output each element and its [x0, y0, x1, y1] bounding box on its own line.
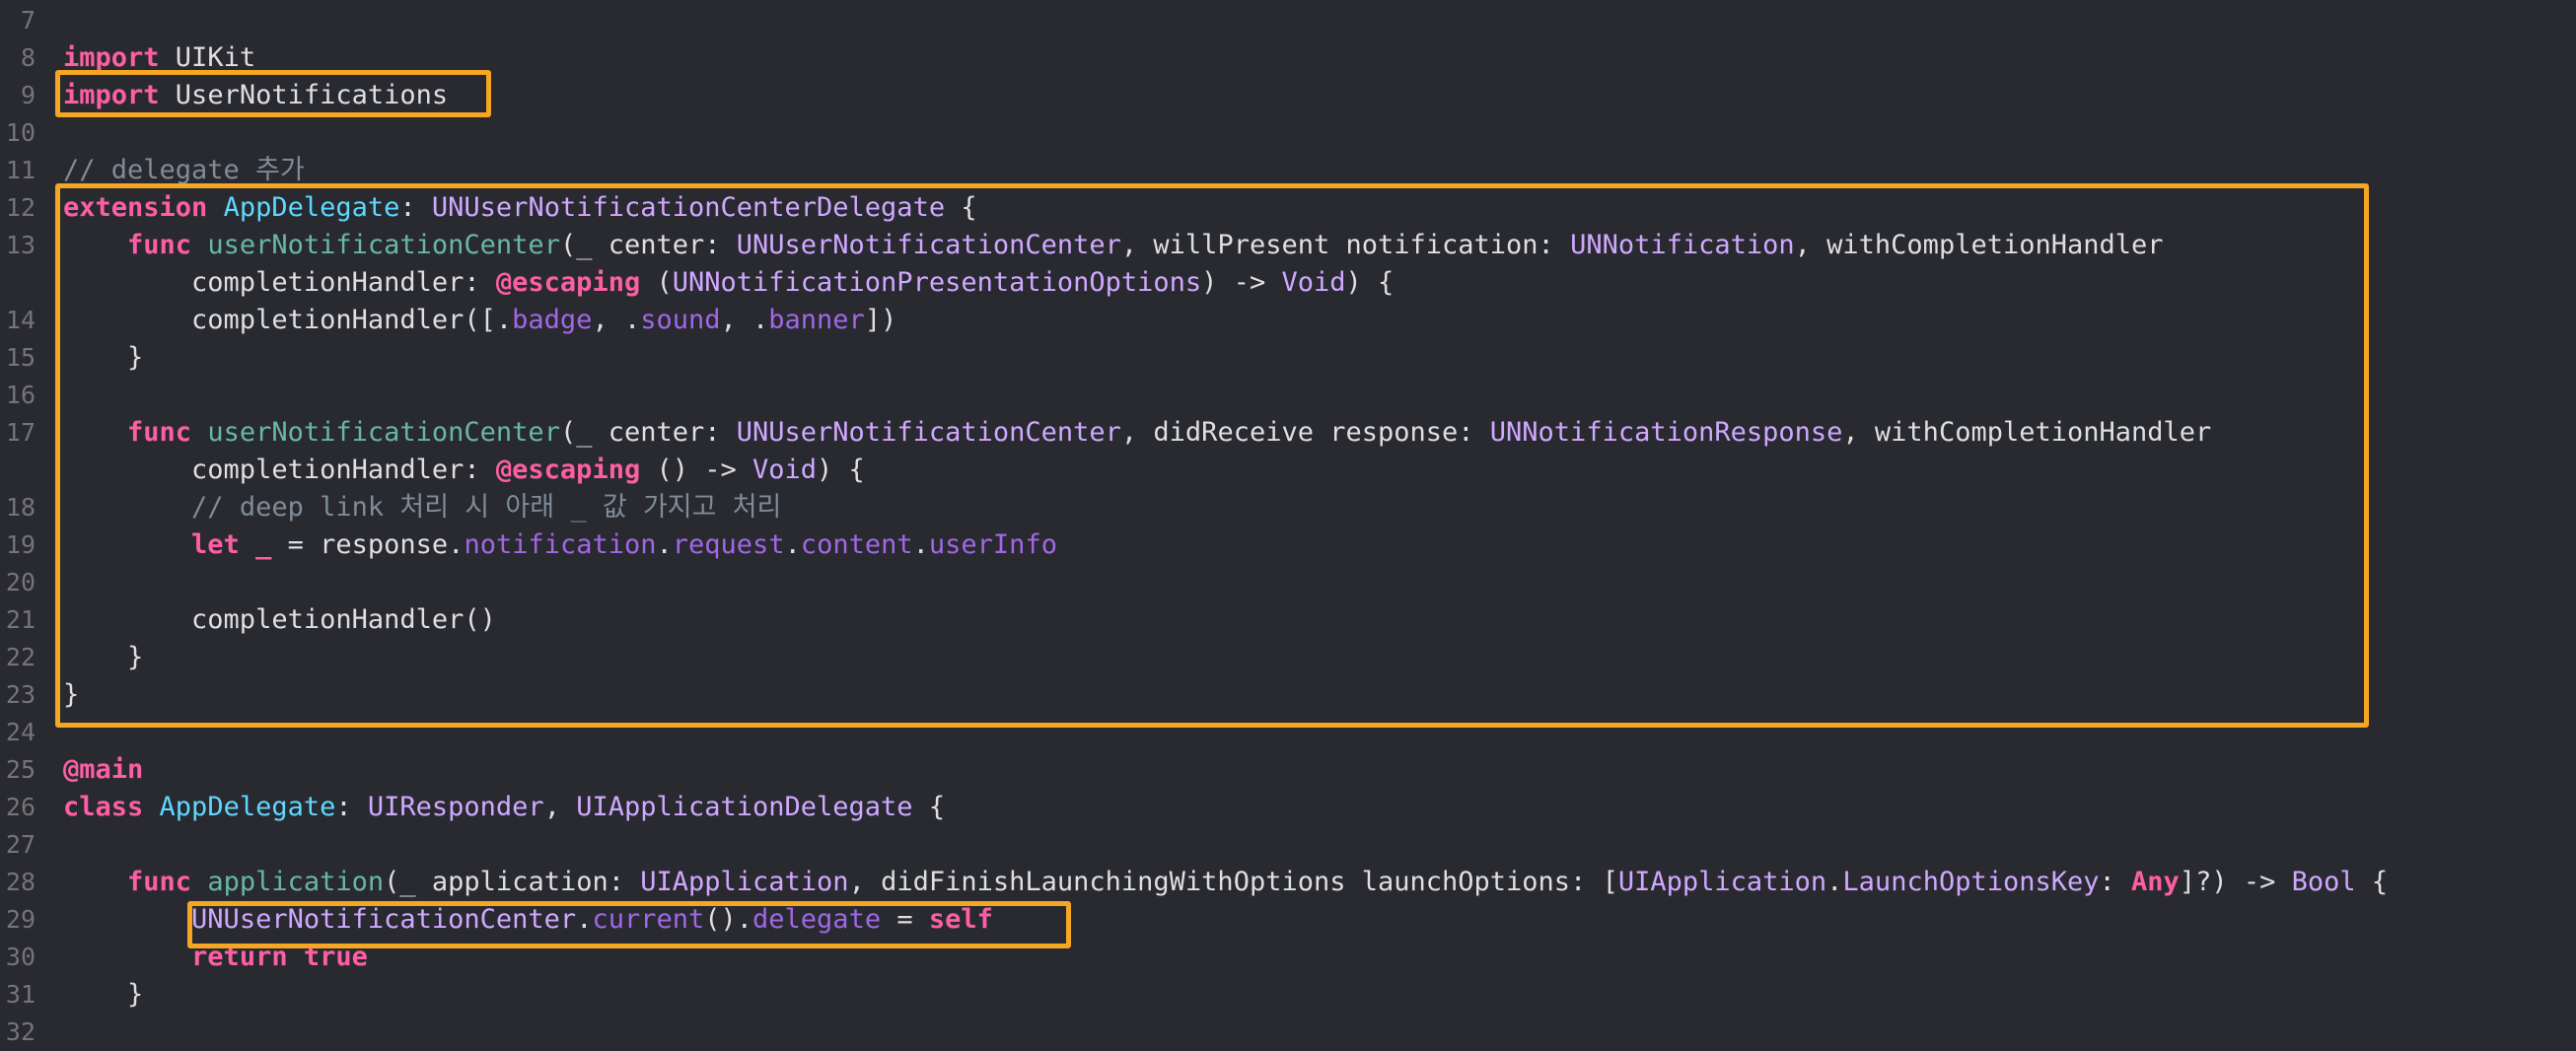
line-number: 19 — [5, 530, 36, 559]
code-token: LaunchOptionsKey — [1842, 867, 2100, 897]
line-number: 12 — [5, 193, 36, 222]
code-token: , didFinishLaunchingWithOptions launchOp… — [848, 867, 1618, 897]
code-token: UIApplication — [640, 867, 849, 897]
code-token: UIApplicationDelegate — [576, 792, 913, 822]
line-number: 22 — [5, 643, 36, 671]
line-number: 11 — [5, 156, 36, 184]
line-number: 9 — [20, 81, 36, 109]
code-token: . — [1826, 867, 1843, 897]
line-number: 20 — [5, 568, 36, 596]
code-token: func — [127, 867, 192, 897]
code-text: } — [63, 976, 143, 1014]
code-token: { — [912, 792, 946, 822]
code-token: { — [2355, 867, 2389, 897]
code-token: , — [543, 792, 577, 822]
highlight-box-import — [55, 70, 491, 117]
code-token: Any — [2131, 867, 2180, 897]
code-line[interactable]: 28 func application(_ application: UIApp… — [0, 864, 2576, 901]
line-number: 16 — [5, 381, 36, 409]
line-number: 10 — [5, 118, 36, 147]
code-token: (_ application: — [384, 867, 641, 897]
code-line[interactable]: 31 } — [0, 976, 2576, 1014]
code-token: ]?) -> — [2179, 867, 2292, 897]
line-number: 25 — [5, 755, 36, 784]
line-number: 27 — [5, 830, 36, 859]
code-token: import — [63, 42, 160, 73]
code-token: UIResponder — [367, 792, 544, 822]
line-number: 18 — [5, 493, 36, 522]
line-number: 24 — [5, 718, 36, 746]
code-line[interactable]: 7 — [0, 2, 2576, 39]
line-number: 15 — [5, 343, 36, 372]
line-number: 21 — [5, 605, 36, 634]
highlight-box-extension — [55, 183, 2369, 728]
code-line[interactable]: 32 — [0, 1014, 2576, 1051]
code-line[interactable]: 26 class AppDelegate: UIResponder, UIAppl… — [0, 789, 2576, 826]
line-number: 14 — [5, 306, 36, 334]
code-editor[interactable]: 7 8 import UIKit 9 import UserNotifications 1… — [0, 0, 2576, 1046]
line-number: 23 — [5, 680, 36, 709]
code-text: func application(_ application: UIApplic… — [63, 864, 2388, 901]
code-token: application — [207, 867, 385, 897]
code-line[interactable]: 27 — [0, 826, 2576, 864]
code-line[interactable]: 25 @main — [0, 751, 2576, 789]
line-number: 29 — [5, 905, 36, 934]
code-token: Bool — [2291, 867, 2356, 897]
code-text: class AppDelegate: UIResponder, UIApplic… — [63, 789, 945, 826]
line-number: 17 — [5, 418, 36, 447]
line-number: 8 — [20, 43, 36, 72]
line-number: 30 — [5, 943, 36, 971]
code-token: : — [335, 792, 368, 822]
code-token: // delegate 추가 — [63, 155, 305, 185]
code-token: : — [2099, 867, 2132, 897]
line-number: 13 — [5, 231, 36, 259]
line-number: 7 — [20, 6, 36, 35]
code-token: } — [63, 979, 144, 1010]
line-number: 28 — [5, 868, 36, 896]
code-line[interactable]: 10 — [0, 114, 2576, 152]
code-token: UIApplication — [1617, 867, 1827, 897]
line-number: 26 — [5, 793, 36, 821]
line-number: 32 — [5, 1017, 36, 1046]
code-text: @main — [63, 751, 143, 789]
code-token: @main — [63, 754, 144, 785]
code-token: AppDelegate — [159, 792, 336, 822]
line-number: 31 — [5, 980, 36, 1009]
code-token: class — [63, 792, 144, 822]
highlight-box-delegate-assignment — [187, 901, 1071, 948]
code-token: UIKit — [159, 42, 256, 73]
